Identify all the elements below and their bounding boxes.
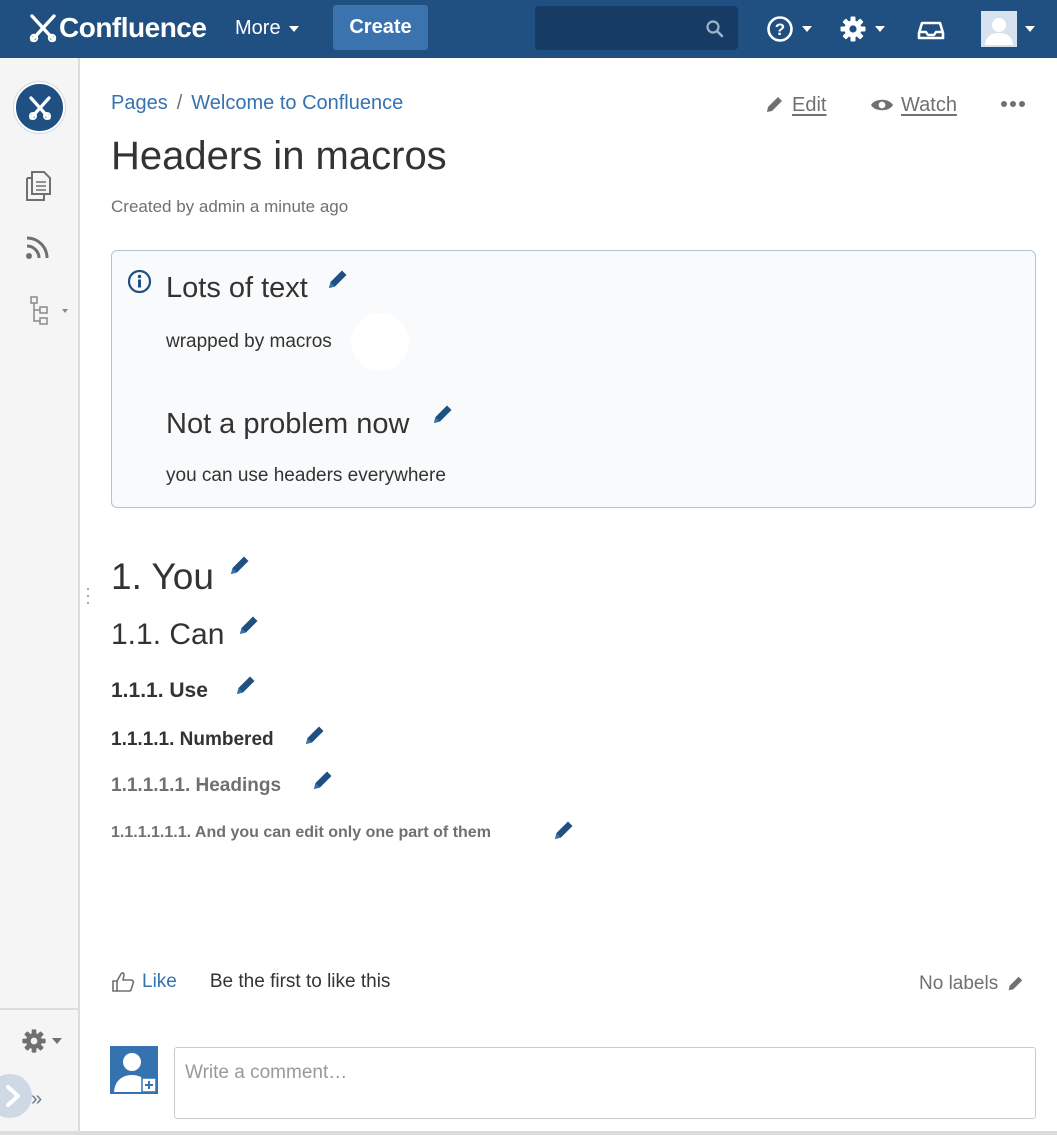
breadcrumb-welcome[interactable]: Welcome to Confluence — [191, 92, 403, 115]
comment-input[interactable] — [185, 1060, 1015, 1086]
help-icon: ? — [767, 16, 793, 42]
settings-menu[interactable] — [839, 12, 885, 46]
user-avatar-icon — [981, 11, 1017, 47]
edit-section-pencil-icon[interactable] — [327, 268, 349, 290]
notifications-inbox-icon — [917, 21, 945, 40]
collapse-sidebar-button[interactable] — [0, 1074, 32, 1118]
pages-icon[interactable] — [24, 170, 52, 202]
chevron-down-icon — [52, 1038, 62, 1044]
heading-level-4: 1.1.1.1. Numbered — [111, 729, 274, 750]
page-tree-icon[interactable] — [30, 296, 72, 326]
edit-label: Edit — [792, 93, 827, 116]
collapse-sidebar-icon[interactable]: » — [31, 1088, 42, 1111]
thumbs-up-icon — [112, 972, 135, 992]
breadcrumb: Pages / Welcome to Confluence — [111, 92, 403, 115]
panel-text-wrapped: wrapped by macros — [166, 331, 332, 352]
more-actions-icon[interactable] — [1000, 98, 1026, 110]
panel-heading-not-a-problem: Not a problem now — [166, 408, 410, 440]
panel-text-headers: you can use headers everywhere — [166, 465, 446, 486]
edit-section-pencil-icon[interactable] — [304, 724, 326, 746]
sidebar-divider — [0, 1008, 78, 1010]
heading-level-2: 1.1. Can — [111, 618, 225, 651]
heading-level-5: 1.1.1.1.1. Headings — [111, 775, 282, 796]
avatar — [110, 1046, 158, 1094]
hover-indicator — [351, 313, 409, 371]
page-metadata: Created by admin a minute ago — [111, 197, 349, 216]
help-menu[interactable]: ? — [766, 12, 812, 46]
edit-section-pencil-icon[interactable] — [432, 403, 454, 425]
heading-level-1: 1. You — [111, 556, 214, 597]
bottom-border — [0, 1131, 1057, 1135]
like-button[interactable]: Like — [111, 971, 177, 993]
chevron-down-icon — [875, 26, 885, 32]
chevron-down-icon — [1025, 26, 1035, 32]
comment-box — [174, 1047, 1036, 1119]
edit-section-pencil-icon[interactable] — [238, 614, 260, 636]
more-label: More — [235, 17, 281, 39]
breadcrumb-pages[interactable]: Pages — [111, 92, 168, 115]
create-button[interactable]: Create — [333, 5, 428, 50]
confluence-logo[interactable]: Confluence — [28, 11, 207, 45]
space-logo-icon — [28, 95, 51, 120]
chevron-down-icon — [802, 26, 812, 32]
blog-feed-icon[interactable] — [25, 234, 51, 260]
info-icon — [127, 269, 152, 294]
pencil-icon — [767, 97, 782, 112]
like-label: Like — [142, 971, 177, 992]
user-add-icon — [114, 1053, 157, 1093]
watch-button[interactable]: Watch — [870, 90, 957, 120]
space-settings-menu[interactable] — [21, 1028, 62, 1054]
space-logo[interactable] — [14, 82, 65, 133]
logo-text: Confluence — [59, 12, 207, 43]
svg-text:?: ? — [775, 20, 785, 39]
eye-icon — [871, 99, 893, 111]
chevron-down-icon — [288, 25, 299, 32]
labels-section: No labels — [919, 973, 1024, 995]
gear-icon — [22, 1029, 46, 1053]
search-input[interactable] — [545, 16, 695, 40]
sidebar-resize-handle[interactable] — [86, 586, 90, 606]
more-menu[interactable]: More — [235, 17, 299, 40]
edit-section-pencil-icon[interactable] — [312, 769, 334, 791]
gear-icon — [840, 16, 866, 42]
top-nav-bar: Confluence More Create ? — [0, 0, 1057, 58]
heading-level-3: 1.1.1. Use — [111, 679, 208, 702]
chevron-right-icon — [6, 1085, 20, 1107]
heading-level-6: 1.1.1.1.1.1. And you can edit only one p… — [111, 824, 491, 841]
labels-text: No labels — [919, 973, 999, 994]
confluence-logo-icon — [29, 14, 57, 43]
edit-section-pencil-icon[interactable] — [553, 819, 575, 841]
like-row: Like Be the first to like this — [111, 971, 390, 993]
edit-button[interactable]: Edit — [764, 90, 826, 120]
like-status: Be the first to like this — [209, 971, 391, 992]
notifications-button[interactable] — [917, 12, 945, 46]
watch-label: Watch — [901, 93, 957, 116]
user-menu[interactable] — [981, 10, 1035, 48]
edit-section-pencil-icon[interactable] — [235, 674, 257, 696]
space-sidebar: » — [0, 58, 80, 1135]
panel-heading-lots-of-text: Lots of text — [166, 272, 308, 304]
edit-labels-pencil-icon[interactable] — [1006, 975, 1024, 993]
breadcrumb-separator: / — [176, 92, 183, 114]
page-title: Headers in macros — [111, 134, 447, 178]
search-icon[interactable] — [705, 19, 725, 39]
edit-section-pencil-icon[interactable] — [229, 554, 251, 576]
